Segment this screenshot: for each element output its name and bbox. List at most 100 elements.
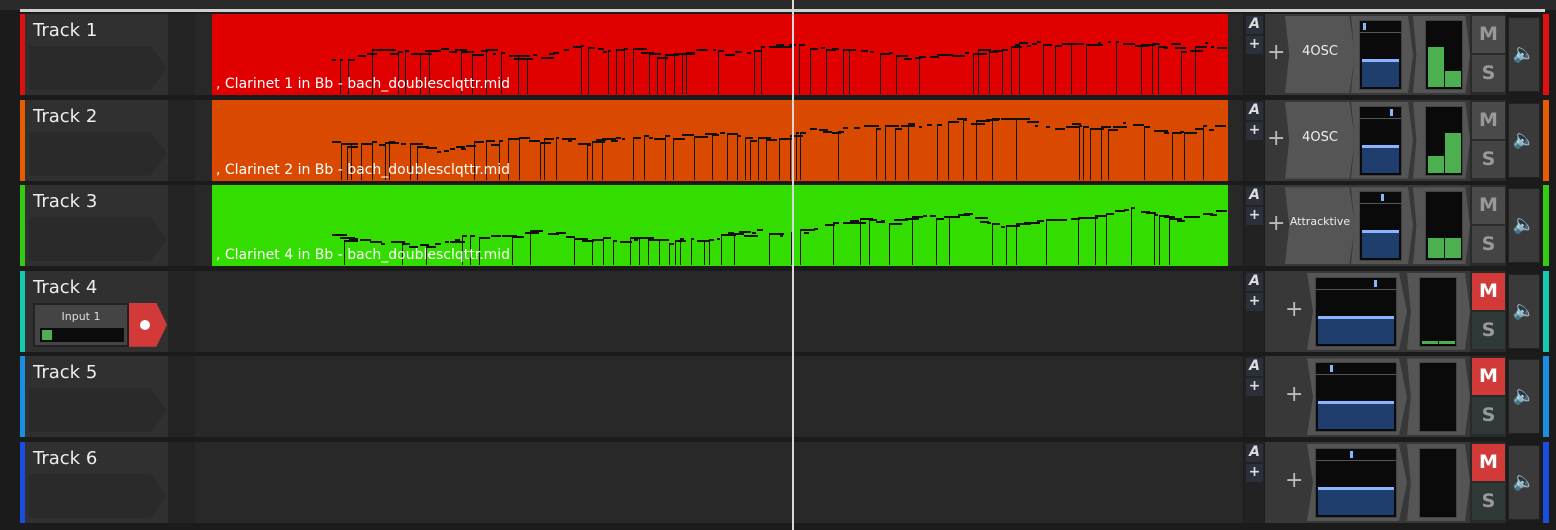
volume-plugin[interactable] bbox=[1351, 16, 1413, 93]
track-header-dropzone[interactable] bbox=[29, 46, 167, 90]
solo-button[interactable]: S bbox=[1472, 55, 1505, 92]
mute-button[interactable]: M bbox=[1472, 358, 1505, 396]
plugin-4osc[interactable]: 4OSC bbox=[1285, 101, 1355, 179]
midi-note-velocity bbox=[810, 49, 812, 94]
midi-clip[interactable]: , Clarinet 2 in Bb - bach_doublesclqttr.… bbox=[212, 99, 1228, 181]
volume-fader[interactable] bbox=[1315, 276, 1397, 347]
track-header[interactable]: Track 5 bbox=[25, 356, 168, 438]
automation-button[interactable]: A bbox=[1246, 16, 1263, 34]
input-selector[interactable]: Input 1 bbox=[33, 302, 129, 347]
volume-plugin[interactable] bbox=[1307, 444, 1407, 521]
plugin-4osc[interactable]: 4OSC bbox=[1285, 16, 1355, 93]
midi-note bbox=[450, 241, 466, 244]
track-lane[interactable]: , Clarinet 4 in Bb - bach_doublesclqttr.… bbox=[195, 185, 1243, 267]
track-lane[interactable] bbox=[195, 270, 1243, 352]
volume-fader[interactable] bbox=[1359, 191, 1402, 262]
pan-control[interactable] bbox=[1360, 192, 1401, 205]
midi-note bbox=[653, 137, 665, 140]
track-header[interactable]: Track 3 bbox=[25, 185, 168, 267]
mute-button[interactable]: M bbox=[1472, 444, 1505, 481]
pan-control[interactable] bbox=[1360, 21, 1401, 33]
add-automation-button[interactable]: + bbox=[1246, 36, 1263, 54]
solo-button[interactable]: S bbox=[1472, 226, 1505, 264]
speaker-icon[interactable]: 🔈 bbox=[1508, 102, 1540, 178]
midi-note bbox=[563, 49, 569, 52]
midi-note bbox=[346, 145, 358, 148]
track-header-dropzone[interactable] bbox=[29, 131, 167, 176]
pan-control[interactable] bbox=[1360, 107, 1401, 119]
midi-note bbox=[903, 57, 912, 60]
midi-note bbox=[532, 54, 537, 57]
add-plugin-icon[interactable]: + bbox=[1267, 40, 1285, 65]
track-header-dropzone[interactable] bbox=[29, 217, 167, 262]
track-name[interactable]: Track 6 bbox=[33, 448, 97, 469]
solo-button[interactable]: S bbox=[1472, 311, 1505, 349]
volume-plugin[interactable] bbox=[1307, 358, 1407, 436]
plugin-rack: + bbox=[1265, 270, 1470, 352]
mute-button[interactable]: M bbox=[1472, 272, 1505, 310]
volume-plugin[interactable] bbox=[1307, 272, 1407, 350]
track-header[interactable]: Track 6 bbox=[25, 442, 168, 523]
add-plugin-icon[interactable]: + bbox=[1285, 297, 1303, 322]
pan-control[interactable] bbox=[1316, 449, 1396, 461]
mute-button[interactable]: M bbox=[1472, 187, 1505, 225]
solo-button[interactable]: S bbox=[1472, 140, 1505, 178]
midi-clip[interactable]: , Clarinet 1 in Bb - bach_doublesclqttr.… bbox=[212, 14, 1228, 95]
pan-control[interactable] bbox=[1316, 363, 1396, 376]
track-name[interactable]: Track 1 bbox=[33, 20, 97, 41]
solo-button[interactable]: S bbox=[1472, 483, 1505, 520]
automation-button[interactable]: A bbox=[1246, 444, 1263, 462]
speaker-icon[interactable]: 🔈 bbox=[1508, 445, 1540, 520]
midi-note-velocity bbox=[936, 126, 938, 180]
automation-button[interactable]: A bbox=[1246, 272, 1263, 291]
automation-button[interactable]: A bbox=[1246, 187, 1263, 206]
add-automation-button[interactable]: + bbox=[1246, 378, 1263, 397]
track-lane[interactable]: , Clarinet 2 in Bb - bach_doublesclqttr.… bbox=[195, 99, 1243, 181]
volume-fader[interactable] bbox=[1315, 448, 1397, 518]
track-name[interactable]: Track 3 bbox=[33, 191, 97, 212]
track-name[interactable]: Track 5 bbox=[33, 362, 97, 383]
volume-plugin[interactable] bbox=[1351, 187, 1413, 265]
track-name[interactable]: Track 4 bbox=[33, 277, 97, 298]
add-automation-button[interactable]: + bbox=[1246, 464, 1263, 482]
add-plugin-icon[interactable]: + bbox=[1285, 382, 1303, 407]
add-automation-button[interactable]: + bbox=[1246, 121, 1263, 140]
solo-button[interactable]: S bbox=[1472, 397, 1505, 435]
speaker-icon[interactable]: 🔈 bbox=[1508, 188, 1540, 264]
track-lane[interactable] bbox=[195, 356, 1243, 438]
mute-button[interactable]: M bbox=[1472, 16, 1505, 53]
add-plugin-icon[interactable]: + bbox=[1267, 211, 1285, 236]
track-lane[interactable]: , Clarinet 1 in Bb - bach_doublesclqttr.… bbox=[195, 14, 1243, 95]
speaker-icon[interactable]: 🔈 bbox=[1508, 273, 1540, 349]
speaker-icon[interactable]: 🔈 bbox=[1508, 359, 1540, 435]
track-name[interactable]: Track 2 bbox=[33, 106, 97, 127]
pan-control[interactable] bbox=[1316, 278, 1396, 290]
track-header[interactable]: Track 1 bbox=[25, 14, 168, 95]
add-automation-button[interactable]: + bbox=[1246, 292, 1263, 311]
midi-note bbox=[1046, 125, 1051, 128]
volume-plugin[interactable] bbox=[1351, 101, 1413, 179]
volume-fader[interactable] bbox=[1315, 362, 1397, 433]
automation-button[interactable]: A bbox=[1246, 101, 1263, 120]
add-automation-button[interactable]: + bbox=[1246, 207, 1263, 226]
track-header[interactable]: Track 4 Input 1 bbox=[25, 270, 168, 352]
midi-note bbox=[473, 141, 485, 144]
volume-fader[interactable] bbox=[1359, 20, 1402, 90]
volume-fader[interactable] bbox=[1359, 105, 1402, 176]
add-plugin-icon[interactable]: + bbox=[1285, 468, 1303, 493]
playhead[interactable] bbox=[792, 0, 794, 530]
track-header[interactable]: Track 2 bbox=[25, 99, 168, 181]
plugin-attracktive[interactable]: Attracktive bbox=[1285, 187, 1355, 265]
midi-clip[interactable]: , Clarinet 4 in Bb - bach_doublesclqttr.… bbox=[212, 185, 1228, 267]
mute-button[interactable]: M bbox=[1472, 101, 1505, 139]
midi-note bbox=[803, 231, 810, 234]
track-header-dropzone[interactable] bbox=[29, 388, 167, 433]
automation-button[interactable]: A bbox=[1246, 358, 1263, 377]
add-plugin-icon[interactable]: + bbox=[1267, 126, 1285, 151]
track-lane[interactable] bbox=[195, 442, 1243, 523]
speaker-icon[interactable]: 🔈 bbox=[1508, 17, 1540, 92]
midi-note-velocity bbox=[602, 238, 604, 266]
midi-note bbox=[712, 49, 717, 52]
record-arm-button[interactable] bbox=[129, 302, 167, 347]
track-header-dropzone[interactable] bbox=[29, 474, 167, 518]
